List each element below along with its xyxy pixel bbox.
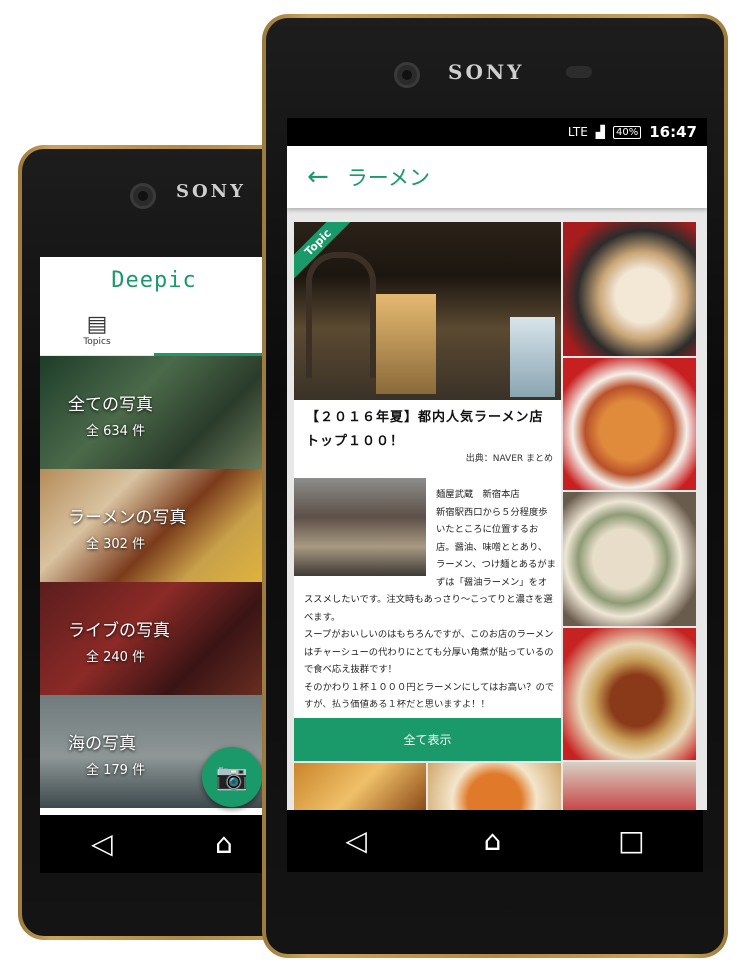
category-label: ラーメンの写真 <box>68 508 187 528</box>
ramen-photo-4[interactable] <box>563 628 696 760</box>
card-source: 出典：NAVER まとめ <box>465 454 553 464</box>
network-label: LTE <box>567 125 588 139</box>
front-phone: SONY LTE ▟ 40% 16:47 ← ラーメン Topic 【２０１６年… <box>262 14 728 958</box>
page-title: ラーメン <box>346 166 430 190</box>
battery-indicator: 40% <box>613 125 642 139</box>
app-bar: ← ラーメン <box>287 146 707 208</box>
back-triangle-icon[interactable]: ◁ <box>345 827 367 855</box>
category-label: ライブの写真 <box>68 621 170 641</box>
back-screen: Deepic ▤ Topics 全ての写真 全 634 件 ラーメンの写真 全 … <box>40 257 268 815</box>
back-triangle-icon[interactable]: ◁ <box>91 830 113 858</box>
system-nav-bar: ◁ ⌂ □ <box>287 810 703 872</box>
shop-arch-image <box>306 252 376 378</box>
card-body: 麺屋武蔵 新宿本店 新宿駅西口から５分程度歩いたところに位置するお店。醤油、味噌と… <box>304 486 556 714</box>
ramen-photo-3[interactable] <box>563 492 696 626</box>
status-bar: LTE ▟ 40% 16:47 <box>287 118 707 146</box>
category-label: 海の写真 <box>68 734 136 754</box>
home-icon[interactable]: ⌂ <box>484 827 502 855</box>
ramen-photo-7[interactable] <box>428 763 561 810</box>
vending-machine-image <box>510 317 555 397</box>
topic-card[interactable]: Topic 【２０１６年夏】都内人気ラーメン店トップ１００！ 出典：NAVER … <box>294 222 561 761</box>
camera-fab-button[interactable]: 📷 <box>202 747 262 807</box>
arrow-left-icon[interactable]: ← <box>307 162 329 192</box>
recents-square-icon[interactable]: □ <box>618 827 644 855</box>
clock: 16:47 <box>649 123 697 141</box>
tab-topics-label: Topics <box>83 337 111 347</box>
camera-icon: 📷 <box>215 762 249 792</box>
ramen-photo-1[interactable] <box>563 222 696 356</box>
category-count: 全 634 件 <box>86 424 146 439</box>
hero-image: Topic <box>294 222 561 400</box>
app-title: Deepic <box>111 268 197 293</box>
front-screen: LTE ▟ 40% 16:47 ← ラーメン Topic 【２０１６年夏】都内人 <box>287 118 707 810</box>
tab-photos[interactable] <box>154 305 268 355</box>
home-icon[interactable]: ⌂ <box>215 830 233 858</box>
signal-icon: ▟ <box>595 125 606 139</box>
show-all-button[interactable]: 全て表示 <box>294 704 561 761</box>
system-nav-bar: ◁ ⌂ <box>40 815 284 873</box>
front-camera-icon <box>130 183 156 209</box>
category-label: 全ての写真 <box>68 395 153 415</box>
ramen-photo-6[interactable] <box>294 763 426 810</box>
list-grid-icon: ▤ <box>86 312 108 337</box>
photo-grid: Topic 【２０１６年夏】都内人気ラーメン店トップ１００！ 出典：NAVER … <box>294 222 696 810</box>
tab-topics[interactable]: ▤ Topics <box>40 305 154 355</box>
ramen-photo-5[interactable] <box>563 762 696 810</box>
category-count: 全 179 件 <box>86 763 146 778</box>
card-title: 【２０１６年夏】都内人気ラーメン店トップ１００！ <box>306 410 544 449</box>
ramen-photo-2[interactable] <box>563 358 696 490</box>
front-camera-icon <box>394 62 420 88</box>
category-live-photos[interactable]: ライブの写真 全 240 件 <box>40 582 268 695</box>
category-count: 全 240 件 <box>86 650 146 665</box>
brand-logo: SONY <box>176 181 246 202</box>
brand-logo: SONY <box>448 60 525 84</box>
category-all-photos[interactable]: 全ての写真 全 634 件 <box>40 356 268 469</box>
category-count: 全 302 件 <box>86 537 146 552</box>
shop-door-image <box>376 294 436 394</box>
tab-bar: ▤ Topics <box>40 305 268 356</box>
speaker-grille <box>566 66 592 78</box>
category-ramen-photos[interactable]: ラーメンの写真 全 302 件 <box>40 469 268 582</box>
